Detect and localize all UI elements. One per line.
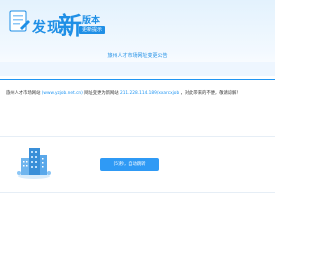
- countdown-redirect-button[interactable]: [5]秒，自动跳转: [100, 158, 159, 171]
- notice-suffix: ，对此带来的不便，敬请谅解！: [180, 91, 241, 96]
- body-divider: [0, 136, 275, 137]
- notice-prefix: 旅州人才市场网站: [6, 91, 41, 96]
- notice-title: 旅州人才市场网址变更公告: [107, 53, 168, 59]
- notice-text: 旅州人才市场网站 (www.yzjob.net.cn) 网址变更为新网站 211…: [6, 90, 268, 96]
- header-divider: [0, 79, 275, 80]
- banner-title-new: 新: [58, 12, 82, 40]
- banner-title-version: 版本: [82, 16, 101, 26]
- new-version-icon: [9, 10, 30, 32]
- city-buildings-illustration: [17, 148, 51, 179]
- banner-stripe: [0, 62, 275, 76]
- update-badge: 更新提示: [79, 26, 106, 34]
- bottom-divider: [0, 192, 275, 193]
- old-site-link[interactable]: (www.yzjob.net.cn): [42, 91, 83, 96]
- header-banner: 发现 新 版本 更新提示 旅州人才市场网址变更公告: [0, 0, 275, 76]
- notice-middle: 网址变更为新网站: [84, 91, 119, 96]
- new-site-link[interactable]: 211.228.114.189/xxarcxjob: [120, 91, 179, 96]
